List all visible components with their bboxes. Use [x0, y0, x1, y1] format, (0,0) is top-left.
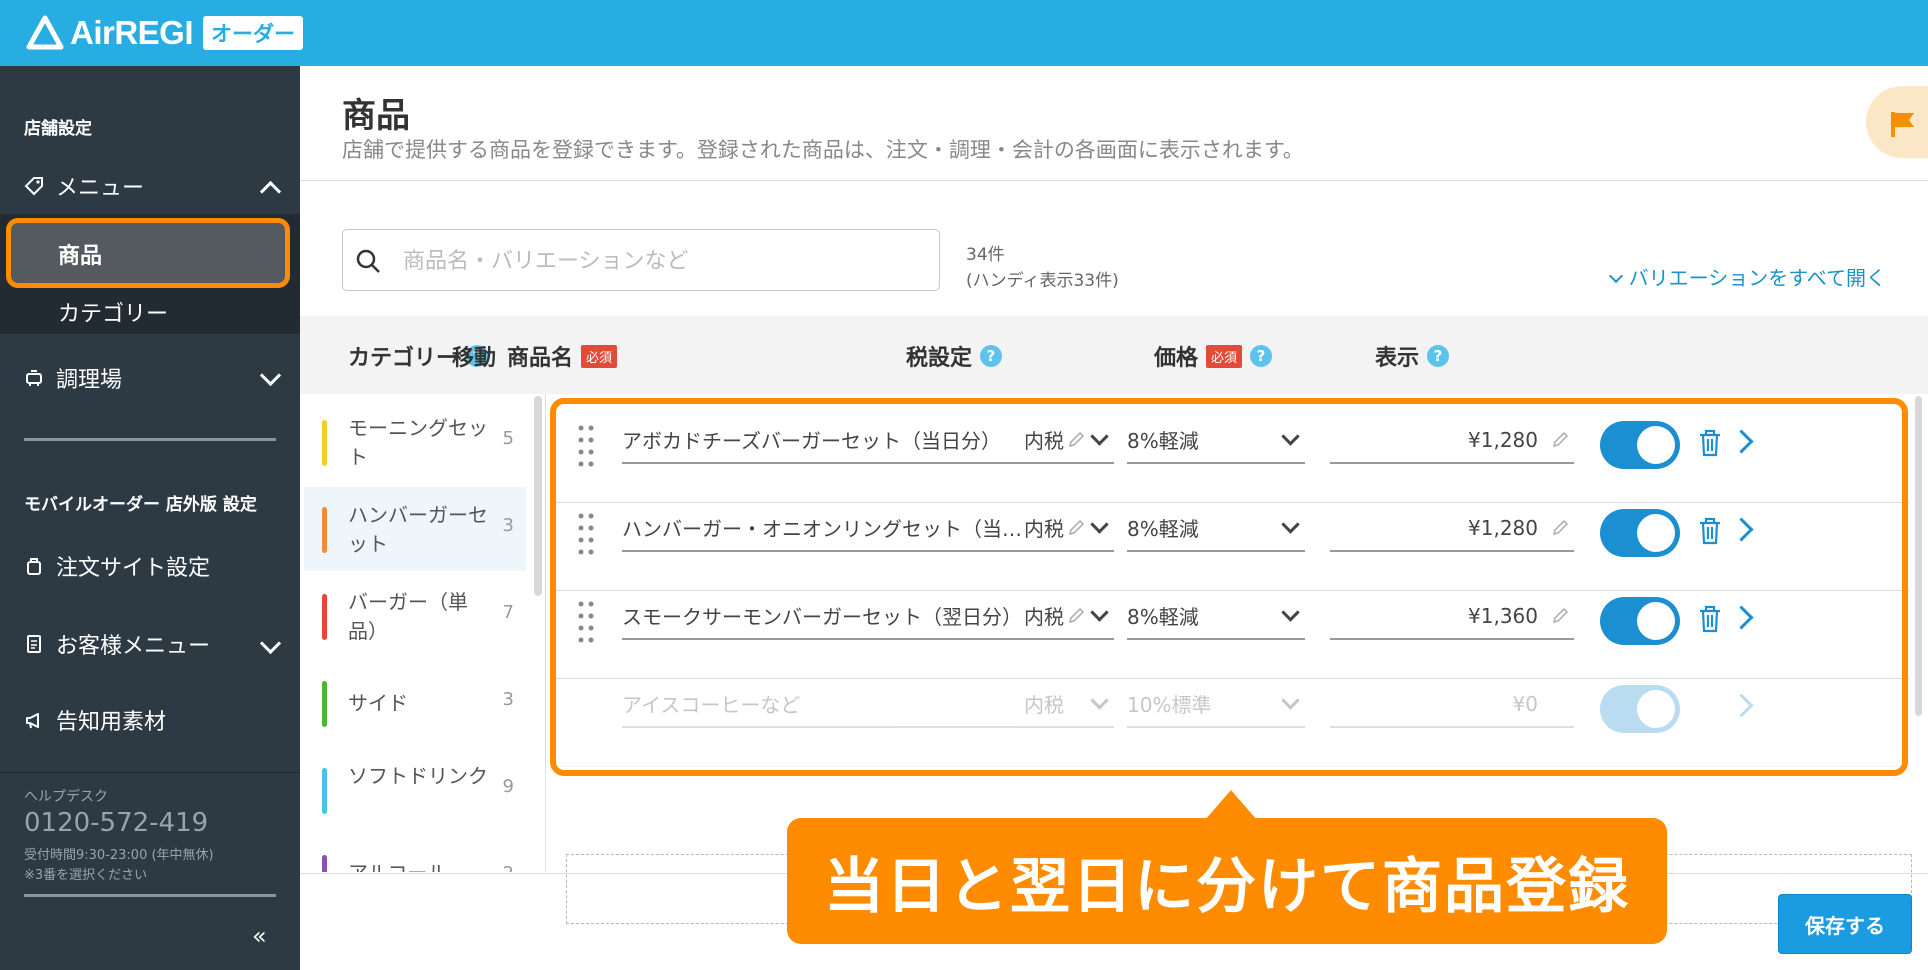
shopping-bag-icon: [27, 558, 41, 575]
sidebar-item-kitchen-label: 調理場: [56, 368, 123, 393]
category-color-bar: [322, 855, 327, 872]
search-icon: [356, 249, 380, 273]
callout-pointer: [1205, 790, 1257, 820]
section-title-store-settings: 店舗設定: [24, 119, 92, 139]
kitchen-icon: [26, 370, 42, 386]
menu-book-icon: [27, 635, 41, 653]
category-item[interactable]: サイド 3: [304, 661, 526, 745]
column-header-tax-label: 税設定: [906, 346, 973, 371]
required-badge: 必須: [1206, 344, 1243, 368]
section-title-mobile-order: モバイルオーダー 店外版 設定: [24, 495, 257, 515]
category-name: バーガー（単品）: [348, 590, 468, 643]
airregi-logo[interactable]: AirREGI オーダー: [26, 12, 304, 54]
column-header-name-label: 商品名: [507, 346, 574, 371]
logo-text: AirREGI: [70, 14, 194, 51]
table-header: カテゴリー ? 移動 商品名 必須 税設定 ? 価格 必須 ? 表示 ?: [300, 316, 1928, 394]
save-button[interactable]: 保存する: [1778, 894, 1912, 954]
sidebar-item-customer-menu-label: お客様メニュー: [56, 634, 211, 659]
page-title: 商品: [342, 96, 410, 136]
sidebar-item-customer-menu[interactable]: お客様メニュー: [24, 628, 210, 660]
column-header-move: 移動: [452, 346, 497, 371]
product-count-handy: (ハンディ表示33件): [966, 271, 1119, 291]
help-icon[interactable]: ?: [980, 345, 1003, 367]
product-count: 34件 (ハンディ表示33件): [966, 242, 1119, 294]
logo-triangle-icon: [26, 15, 64, 50]
flag-icon: [1891, 112, 1914, 137]
sidebar-item-promo[interactable]: 告知用素材: [24, 704, 166, 736]
column-header-display-label: 表示: [1375, 346, 1420, 371]
highlight-box: [550, 398, 1908, 776]
sidebar-divider: [24, 894, 276, 897]
help-desk-phone: 0120-572-419: [24, 808, 209, 838]
tag-icon: [24, 177, 43, 196]
column-header-price: 価格 必須 ?: [1154, 340, 1273, 372]
help-desk-title: ヘルプデスク: [24, 789, 108, 805]
help-desk-hours: 受付時間9:30-23:00 (年中無休): [24, 848, 214, 863]
megaphone-icon: [26, 713, 39, 729]
help-desk-note: ※3番を選択ください: [24, 868, 148, 883]
category-count: 7: [502, 602, 514, 623]
column-header-category-label: カテゴリー: [348, 346, 459, 371]
chevron-down-icon[interactable]: [259, 364, 282, 387]
sidebar-subitem-products[interactable]: 商品: [58, 238, 102, 270]
top-bar: AirREGI オーダー: [0, 0, 1928, 66]
sidebar-divider: [24, 438, 276, 441]
expand-all-label: バリエーションをすべて開く: [1628, 266, 1886, 290]
annotation-callout: 当日と翌日に分けて商品登録: [787, 818, 1667, 944]
category-count: 3: [502, 689, 514, 710]
collapse-sidebar-button[interactable]: «: [252, 922, 267, 950]
category-name: ソフトドリンク: [348, 764, 488, 788]
category-name: サイド: [348, 691, 408, 715]
category-scrollbar[interactable]: [534, 396, 542, 596]
sidebar-item-promo-label: 告知用素材: [56, 710, 167, 735]
category-count: 3: [502, 515, 514, 536]
sidebar-item-order-site-label: 注文サイト設定: [56, 556, 211, 581]
sidebar-item-order-site[interactable]: 注文サイト設定: [24, 550, 210, 582]
category-item[interactable]: アルコール 2: [304, 835, 526, 872]
category-color-bar: [322, 420, 327, 466]
category-item[interactable]: ソフトドリンク 9: [304, 748, 526, 832]
help-icon[interactable]: ?: [1250, 345, 1273, 367]
category-name: アルコール: [348, 859, 488, 872]
product-count-total: 34件: [966, 245, 1005, 265]
sidebar: 店舗設定 メニュー 商品 カテゴリー 調理場 モバイルオーダー 店外版 設定 注…: [0, 66, 300, 970]
category-count: 5: [502, 428, 514, 449]
header-divider: [300, 180, 1928, 181]
product-list-scrollbar[interactable]: [1915, 396, 1922, 716]
category-item[interactable]: モーニングセット 5: [304, 400, 526, 484]
column-divider: [545, 394, 546, 872]
required-badge: 必須: [581, 344, 618, 368]
column-header-price-label: 価格: [1154, 346, 1199, 371]
sidebar-separator: [0, 772, 300, 773]
search-input[interactable]: [401, 242, 925, 280]
category-count: 2: [503, 863, 514, 872]
category-count: 9: [502, 776, 514, 797]
category-color-bar: [322, 681, 327, 727]
category-item[interactable]: バーガー（単品） 7: [304, 574, 526, 658]
chevron-down-icon[interactable]: [259, 632, 282, 655]
category-list: モーニングセット 5 ハンバーガーセット 3 バーガー（単品） 7 サイド 3 …: [304, 394, 530, 872]
product-search-box[interactable]: [342, 229, 940, 291]
sidebar-item-kitchen[interactable]: 調理場: [24, 362, 122, 394]
sidebar-subitem-products-selected[interactable]: [6, 218, 290, 288]
category-name: モーニングセット: [348, 416, 488, 469]
help-icon[interactable]: ?: [1427, 345, 1450, 367]
category-color-bar: [322, 594, 327, 640]
category-name: ハンバーガーセット: [348, 503, 488, 556]
page-description: 店舗で提供する商品を登録できます。登録された商品は、注文・調理・会計の各画面に表…: [342, 138, 1304, 162]
category-color-bar: [322, 768, 327, 814]
chevron-down-icon: [1608, 268, 1623, 284]
sidebar-item-menu[interactable]: メニュー: [24, 170, 144, 202]
category-item-selected[interactable]: ハンバーガーセット 3: [304, 487, 526, 571]
expand-all-variations-link[interactable]: バリエーションをすべて開く: [1608, 262, 1886, 291]
column-header-name: 商品名 必須: [507, 340, 618, 372]
chevron-up-icon[interactable]: [259, 180, 282, 203]
sidebar-subitem-categories[interactable]: カテゴリー: [58, 296, 168, 328]
category-color-bar: [322, 507, 327, 553]
column-header-display: 表示 ?: [1375, 340, 1450, 372]
sidebar-item-menu-label: メニュー: [56, 176, 145, 201]
feedback-flag-button[interactable]: [1866, 86, 1928, 158]
logo-badge: オーダー: [203, 16, 304, 50]
column-header-tax: 税設定 ?: [906, 340, 1003, 372]
